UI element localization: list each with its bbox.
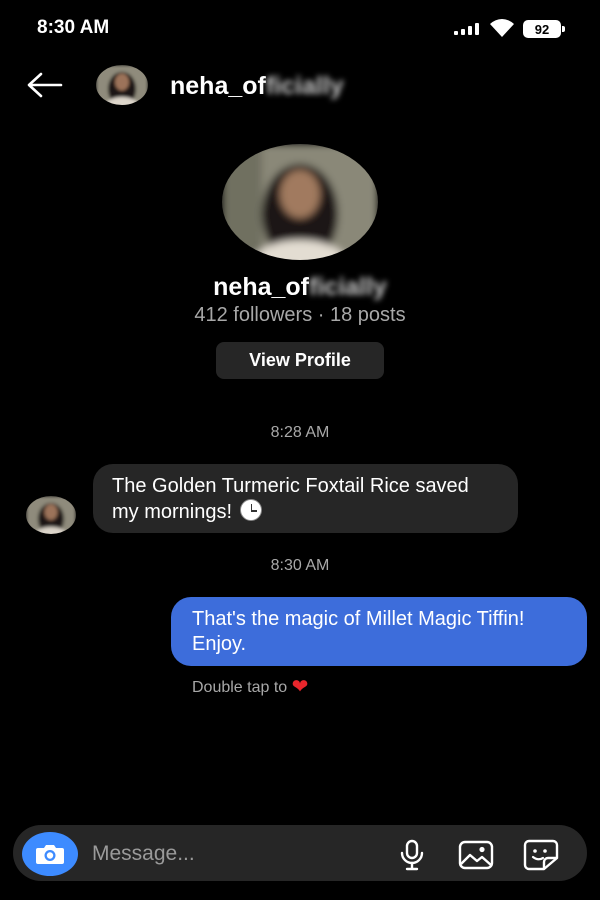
message-timestamp: 8:28 AM: [270, 424, 330, 441]
incoming-message-bubble[interactable]: The Golden Turmeric Foxtail Rice saved m…: [93, 464, 518, 533]
heart-icon: ❤: [291, 676, 309, 698]
reaction-hint-text: Double tap to: [192, 679, 292, 696]
profile-stats: 412 followers · 18 posts: [194, 304, 406, 326]
header-username-obscured: ficially: [265, 72, 344, 100]
sticker-icon: [523, 839, 559, 871]
status-time: 8:30 AM: [37, 17, 110, 38]
outgoing-message-text: That's the magic of Millet Magic Tiffin!…: [192, 608, 525, 655]
camera-icon: [36, 845, 64, 864]
cellular-signal-icon: [454, 23, 482, 35]
header-username-visible: neha_of: [170, 72, 266, 100]
reaction-hint: Double tap to ❤: [192, 674, 308, 699]
gallery-button[interactable]: [456, 838, 496, 872]
message-input[interactable]: [92, 838, 372, 870]
sticker-button[interactable]: [521, 838, 561, 872]
sender-avatar[interactable]: [26, 496, 76, 534]
profile-username-obscured: ficially: [309, 273, 387, 301]
header-username[interactable]: neha_officially: [170, 72, 344, 101]
microphone-icon: [400, 839, 424, 871]
battery-indicator: 92: [523, 20, 561, 38]
profile-username: neha_officially: [0, 273, 600, 302]
clock-icon: [239, 499, 262, 521]
profile-avatar[interactable]: [222, 144, 378, 260]
battery-tip: [562, 26, 565, 32]
wifi-icon: [490, 19, 514, 37]
outgoing-message-bubble[interactable]: That's the magic of Millet Magic Tiffin!…: [171, 597, 587, 666]
gallery-icon: [458, 840, 494, 870]
profile-username-visible: neha_of: [213, 273, 310, 301]
message-timestamp: 8:30 AM: [270, 557, 330, 574]
microphone-button[interactable]: [396, 838, 428, 872]
incoming-message-text: The Golden Turmeric Foxtail Rice saved m…: [112, 475, 469, 523]
header-avatar[interactable]: [96, 65, 148, 105]
back-arrow-icon[interactable]: [25, 70, 65, 100]
view-profile-button[interactable]: View Profile: [216, 342, 384, 379]
battery-level: 92: [534, 21, 550, 37]
camera-button[interactable]: [22, 832, 78, 876]
